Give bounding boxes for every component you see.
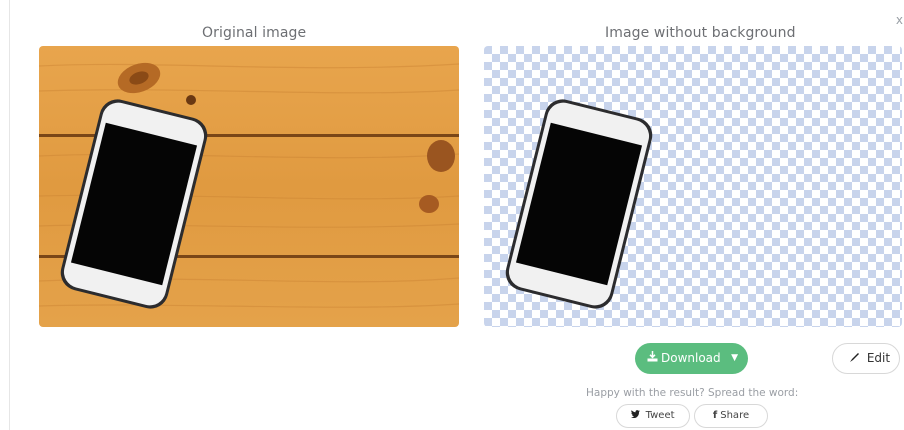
- share-prompt: Happy with the result? Spread the word:: [586, 387, 799, 399]
- result-image: [484, 46, 902, 327]
- left-divider: [9, 0, 10, 430]
- original-image: [39, 46, 459, 327]
- original-image-title: Original image: [202, 25, 307, 41]
- edit-label: Edit: [866, 351, 891, 365]
- result-image-title: Image without background: [605, 25, 796, 41]
- twitter-icon: [631, 410, 645, 421]
- download-label: Download: [661, 351, 721, 365]
- share-label: Share: [720, 410, 750, 421]
- tweet-label: Tweet: [645, 410, 675, 421]
- download-icon: [647, 343, 658, 374]
- facebook-icon: f: [712, 410, 718, 421]
- close-icon[interactable]: x: [896, 13, 903, 27]
- chevron-down-icon[interactable]: ▼: [731, 343, 738, 374]
- edit-button[interactable]: Edit: [832, 343, 900, 374]
- brush-icon: [849, 351, 867, 365]
- facebook-share-button[interactable]: f Share: [694, 404, 768, 428]
- download-button[interactable]: Download ▼: [635, 343, 748, 374]
- tweet-button[interactable]: Tweet: [616, 404, 690, 428]
